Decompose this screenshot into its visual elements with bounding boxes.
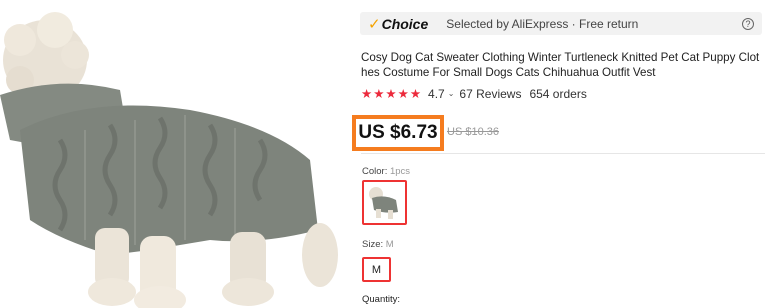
rating-row: ★★★★★ 4.7 ⌄ 67 Reviews 654 orders (361, 86, 587, 102)
star-rating-icon: ★★★★★ (361, 87, 423, 101)
choice-banner[interactable]: ✓ Choice Selected by AliExpress · Free r… (360, 12, 762, 35)
divider (361, 153, 765, 154)
quantity-label: Quantity: (362, 294, 401, 305)
price-highlight-box: US $6.73 (352, 115, 444, 151)
size-label: Size: M (362, 239, 394, 250)
swatch-dog-image (369, 187, 398, 219)
product-main-image[interactable] (0, 0, 340, 308)
original-price: US $10.36 (447, 126, 499, 138)
size-option-m[interactable]: M (362, 257, 391, 282)
orders-count: 654 orders (529, 86, 587, 101)
size-label-text: Size: (362, 239, 386, 250)
dog-in-sweater-image (0, 12, 338, 308)
color-label: Color: 1pcs (362, 166, 410, 177)
product-title: Cosy Dog Cat Sweater Clothing Winter Tur… (361, 51, 760, 79)
current-price: US $6.73 (358, 122, 438, 143)
checkmark-icon: ✓ (368, 15, 381, 33)
rating-value[interactable]: 4.7 (428, 87, 445, 101)
color-value: 1pcs (389, 166, 411, 177)
question-circle-icon[interactable]: ? (742, 17, 754, 30)
color-label-text: Color: (362, 166, 390, 177)
choice-text: Selected by AliExpress · Free return (446, 16, 639, 31)
size-value: M (385, 239, 394, 250)
chevron-down-icon[interactable]: ⌄ (448, 89, 455, 98)
choice-brand: Choice (381, 15, 429, 32)
reviews-link[interactable]: 67 Reviews (459, 87, 521, 101)
color-option-swatch[interactable] (362, 180, 407, 225)
